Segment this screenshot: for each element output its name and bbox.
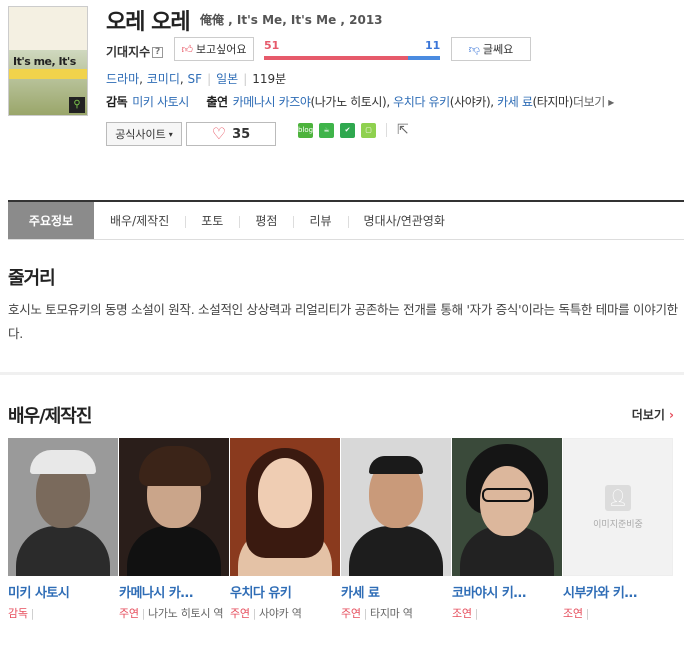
movie-meta: 드라마, 코미디, SF | 일본 | 119분	[106, 72, 287, 86]
country-link[interactable]: 일본	[216, 72, 238, 86]
cast-type: 주연	[119, 607, 139, 620]
like-count: 35	[232, 126, 251, 142]
synopsis-heading: 줄거리	[8, 268, 56, 289]
cast-name[interactable]: 코바야시 키…	[452, 582, 562, 601]
notwant-count: 11	[425, 39, 441, 52]
cast-type: 감독	[8, 607, 28, 620]
like-button[interactable]: ♡ 35	[186, 122, 276, 146]
cast-card[interactable]: 카메나시 카… 주연 | 나가노 히토시 역	[119, 438, 229, 622]
movie-subtitle: 俺俺 , It's Me, It's Me , 2013	[200, 13, 383, 27]
chevron-right-icon: ›	[669, 408, 674, 422]
runtime: 119분	[252, 72, 287, 86]
cast-type: 조연	[452, 607, 472, 620]
want-count: 51	[264, 39, 280, 52]
cast-photo[interactable]	[452, 438, 562, 576]
cast-photo[interactable]	[341, 438, 451, 576]
cast-card[interactable]: 코바야시 키… 조연 |	[452, 438, 562, 622]
genre-link[interactable]: 코미디	[147, 72, 180, 86]
cast-type: 조연	[563, 607, 583, 620]
cast-photo[interactable]	[230, 438, 340, 576]
cast-card[interactable]: 우치다 유키 주연 | 사야카 역	[230, 438, 340, 622]
thumbs-up-icon: 👍︎	[181, 42, 193, 56]
synopsis-text: 호시노 토모유키의 동명 소설이 원작. 소설적인 상상력과 리얼리티가 공존하…	[8, 302, 678, 341]
expect-index-label: 기대지수?	[106, 43, 164, 60]
person-placeholder-icon: 👤︎	[605, 484, 631, 511]
tab-quotes-related[interactable]: 명대사/연관영화	[347, 202, 461, 239]
no-image-placeholder[interactable]: 👤︎ 이미지준비중	[563, 438, 673, 576]
tab-rating[interactable]: 평점	[239, 202, 293, 239]
cast-name[interactable]: 우치다 유키	[230, 582, 340, 601]
cafe-share-icon[interactable]: ☕	[319, 122, 334, 138]
tab-review[interactable]: 리뷰	[293, 202, 347, 239]
blog-share-icon[interactable]: blog	[298, 122, 313, 138]
bookmark-share-icon[interactable]: ✔	[340, 122, 355, 138]
movie-poster[interactable]: It's me, It's me ⚲	[8, 6, 88, 116]
cast-role: 나가노 히토시 역	[148, 607, 224, 620]
cast-name[interactable]: 시부카와 키…	[563, 582, 673, 601]
cast-heading: 배우/제작진	[8, 406, 92, 427]
cast-type: 주연	[230, 607, 250, 620]
expect-ratio-fill	[264, 56, 409, 60]
tab-main-info[interactable]: 주요정보	[8, 202, 94, 239]
cast-link[interactable]: 카메나시 카즈야	[233, 95, 311, 109]
genre-link[interactable]: SF	[188, 72, 203, 86]
section-divider	[0, 372, 684, 375]
caret-down-icon: ▾	[168, 129, 173, 139]
memo-share-icon[interactable]: ▢	[361, 122, 376, 138]
genre-link[interactable]: 드라마	[106, 72, 139, 86]
page-title: 오레 오레	[106, 10, 191, 35]
cast-role: 타지마 역	[370, 607, 413, 620]
cast-type: 주연	[341, 607, 361, 620]
tab-bar: 주요정보 배우/제작진 포토 평점 리뷰 명대사/연관영화	[8, 200, 684, 240]
want-to-see-button[interactable]: 👍︎ 보고싶어요	[174, 37, 254, 61]
cast-name[interactable]: 카메나시 카…	[119, 582, 229, 601]
credits-line: 감독 미키 사토시 출연 카메나시 카즈야(나가노 히토시), 우치다 유키(사야카…	[106, 95, 614, 109]
share-bar: blog ☕ ✔ ▢ ⇱	[298, 122, 409, 138]
expect-ratio-bar	[264, 56, 440, 60]
zoom-icon[interactable]: ⚲	[69, 97, 85, 113]
tab-cast-crew[interactable]: 배우/제작진	[94, 202, 185, 239]
cast-card[interactable]: 미키 사토시 감독 |	[8, 438, 118, 622]
tab-photo[interactable]: 포토	[185, 202, 239, 239]
share-icon[interactable]: ⇱	[397, 122, 409, 138]
cast-name[interactable]: 카세 료	[341, 582, 451, 601]
cast-photo[interactable]	[8, 438, 118, 576]
cast-name[interactable]: 미키 사토시	[8, 582, 118, 601]
cast-more-link[interactable]: 더보기 ▸	[573, 95, 614, 109]
cast-card[interactable]: 카세 료 주연 | 타지마 역	[341, 438, 451, 622]
director-link[interactable]: 미키 사토시	[132, 95, 189, 109]
heart-icon: ♡	[211, 124, 227, 143]
cast-section-more-link[interactable]: 더보기 ›	[632, 406, 674, 423]
not-sure-button[interactable]: 👎︎ 글쎄요	[451, 37, 531, 61]
cast-link[interactable]: 카세 료	[497, 95, 533, 109]
thumbs-down-icon: 👎︎	[468, 42, 480, 56]
cast-role: 사야카 역	[259, 607, 302, 620]
cast-link[interactable]: 우치다 유키	[393, 95, 450, 109]
cast-photo[interactable]	[119, 438, 229, 576]
official-site-button[interactable]: 공식사이트 ▾	[106, 122, 182, 146]
cast-card[interactable]: 👤︎ 이미지준비중 시부카와 키… 조연 |	[563, 438, 673, 622]
cast-list: 미키 사토시 감독 | 카메나시 카… 주연 | 나가노 히토시 역 우치다 유키 주…	[8, 438, 673, 622]
help-icon[interactable]: ?	[152, 47, 164, 58]
